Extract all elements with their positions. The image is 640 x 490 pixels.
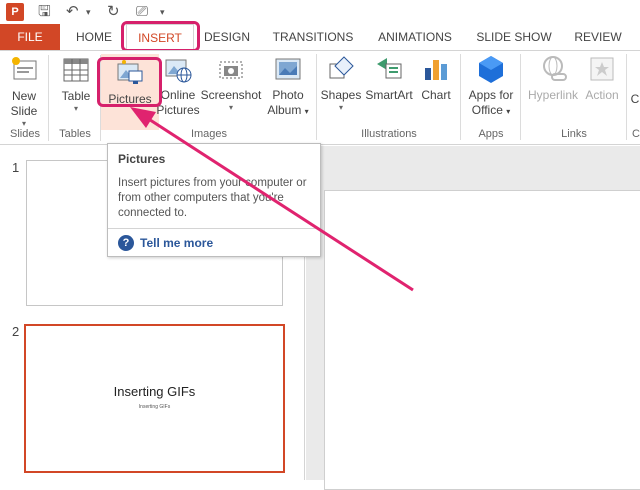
cut-off-label: C	[630, 92, 640, 106]
pictures-tooltip: Pictures Insert pictures from your compu…	[107, 143, 321, 257]
group-label-cut-off: C	[632, 128, 640, 140]
undo-dropdown-icon[interactable]: ▾	[86, 2, 91, 22]
chevron-down-icon: ▾	[506, 107, 511, 116]
group-separator	[316, 54, 317, 140]
chevron-down-icon: ▾	[73, 104, 78, 113]
group-label-links: Links	[561, 128, 587, 140]
tab-transitions[interactable]: TRANSITIONS	[270, 24, 356, 50]
screenshot-label: Screenshot	[200, 88, 262, 102]
group-separator	[520, 54, 521, 140]
photo-album-button[interactable]: Photo Album ▾	[264, 54, 312, 119]
online-pictures-label-2: Pictures	[156, 103, 200, 117]
group-label-tables: Tables	[59, 128, 91, 140]
customize-qat-icon[interactable]: ▾	[160, 2, 165, 22]
group-label-apps: Apps	[478, 128, 504, 140]
smartart-label: SmartArt	[365, 88, 413, 102]
shapes-button[interactable]: Shapes ▾	[320, 54, 362, 113]
tab-slide-show[interactable]: SLIDE SHOW	[474, 24, 554, 50]
group-label-illustrations: Illustrations	[361, 128, 417, 140]
tab-animations[interactable]: ANIMATIONS	[372, 24, 458, 50]
hyperlink-icon	[543, 56, 567, 81]
group-separator	[460, 54, 461, 140]
new-slide-icon	[12, 57, 37, 80]
chevron-down-icon: ▾	[338, 103, 343, 112]
hyperlink-label: Hyperlink	[527, 88, 578, 102]
screenshot-button[interactable]: Screenshot ▾	[200, 54, 262, 113]
help-icon[interactable]: ?	[118, 235, 134, 251]
apps-for-office-label-1: Apps for	[468, 88, 514, 102]
tell-me-more-link[interactable]: Tell me more	[140, 236, 213, 250]
photo-album-label-1: Photo	[272, 88, 304, 102]
table-button[interactable]: Table ▾	[54, 55, 98, 114]
table-icon	[63, 58, 89, 82]
thumbnail-subtitle: Inserting GIFs	[138, 404, 171, 410]
table-label: Table	[61, 89, 91, 103]
tooltip-title: Pictures	[118, 152, 166, 166]
powerpoint-icon[interactable]: P	[6, 3, 24, 21]
shapes-label: Shapes	[320, 88, 362, 102]
tooltip-body: Insert pictures from your computer or fr…	[118, 177, 307, 219]
undo-icon[interactable]: ↶	[66, 2, 79, 22]
slide-number: 2	[12, 324, 20, 339]
action-button[interactable]: Action	[582, 54, 622, 103]
online-pictures-icon	[165, 59, 192, 83]
ribbon-tabs: FILE HOME INSERT DESIGN TRANSITIONS ANIM…	[0, 24, 640, 50]
slide-number: 1	[12, 160, 20, 175]
group-label-slides: Slides	[10, 128, 40, 140]
smartart-button[interactable]: SmartArt	[362, 54, 416, 103]
slide-editor	[306, 146, 640, 490]
new-slide-button[interactable]: New Slide ▾	[2, 55, 46, 129]
redo-icon[interactable]: ↻	[107, 2, 120, 22]
start-from-beginning-icon[interactable]: ⎚	[136, 2, 148, 22]
group-separator	[48, 55, 49, 141]
insert-tab-highlight	[121, 21, 200, 52]
tab-design[interactable]: DESIGN	[202, 24, 252, 50]
action-label: Action	[585, 88, 619, 102]
chevron-down-icon: ▾	[228, 103, 233, 112]
photo-album-label-2: Album	[267, 103, 302, 117]
apps-for-office-icon	[479, 56, 503, 83]
pictures-highlight	[97, 57, 162, 107]
hyperlink-button[interactable]: Hyperlink	[524, 54, 582, 103]
tooltip-divider	[108, 228, 320, 229]
tab-home[interactable]: HOME	[70, 24, 118, 50]
photo-album-icon	[275, 58, 301, 80]
screenshot-icon	[219, 61, 243, 79]
thumbnail-title: Inserting GIFs	[113, 384, 196, 399]
chevron-down-icon: ▾	[304, 107, 309, 116]
smartart-icon	[377, 58, 402, 79]
new-slide-label-1: New	[11, 89, 36, 103]
save-icon[interactable]: 🖫	[38, 2, 51, 22]
slide-thumbnail-2[interactable]: Inserting GIFs Inserting GIFs	[24, 324, 285, 473]
quick-access-toolbar: P 🖫 ↶ ▾ ↻ ⎚ ▾	[0, 0, 640, 24]
apps-for-office-label-2: Office	[471, 103, 503, 117]
action-icon	[590, 57, 614, 81]
cut-off-ribbon-button[interactable]: C	[630, 92, 640, 107]
new-slide-label-2: Slide	[10, 104, 38, 118]
shapes-icon	[329, 56, 354, 79]
tab-file[interactable]: FILE	[0, 24, 60, 50]
chart-button[interactable]: Chart	[418, 54, 454, 103]
online-pictures-label-1: Online	[160, 88, 196, 102]
tab-review[interactable]: REVIEW	[570, 24, 626, 50]
chart-label: Chart	[421, 88, 451, 102]
current-slide-canvas[interactable]	[324, 190, 640, 490]
group-separator	[626, 54, 627, 140]
chart-icon	[425, 60, 447, 80]
apps-for-office-button[interactable]: Apps for Office ▾	[464, 54, 518, 119]
